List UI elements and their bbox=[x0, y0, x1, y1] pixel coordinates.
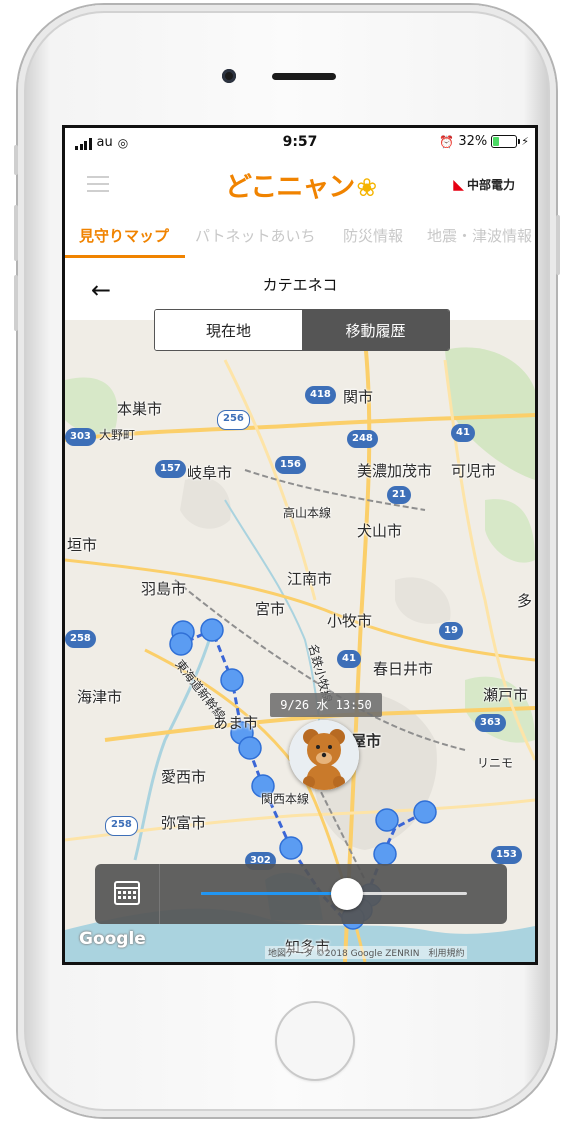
map-label: 垣市 bbox=[67, 536, 98, 554]
map-label: 大野町 bbox=[99, 428, 136, 442]
map-label: 岐阜市 bbox=[187, 464, 233, 482]
map-label: 高山本線 bbox=[283, 506, 332, 520]
route-shield: 41 bbox=[337, 650, 361, 668]
map-label: 海津市 bbox=[77, 688, 123, 706]
map-label: 羽島市 bbox=[141, 580, 187, 598]
map-label: 愛西市 bbox=[161, 768, 207, 786]
route-shield: 418 bbox=[305, 386, 336, 404]
earpiece-speaker bbox=[272, 73, 336, 80]
map-label: 本巣市 bbox=[117, 400, 163, 418]
mute-switch bbox=[14, 145, 18, 175]
history-playback-controls bbox=[95, 864, 507, 924]
page-title: カテエネコ bbox=[262, 276, 338, 294]
brand-logo: ◣ 中部電力 bbox=[453, 176, 515, 193]
volume-down-button bbox=[14, 275, 18, 331]
chubu-logo-icon: ◣ bbox=[453, 176, 464, 193]
view-toggle: 現在地 移動履歴 bbox=[154, 309, 450, 351]
tab-bar: 見守りマップ パトネットあいち 防災情報 地震・津波情報 bbox=[65, 210, 535, 259]
charging-icon: ⚡ bbox=[521, 135, 529, 148]
power-button bbox=[556, 215, 560, 275]
route-shield: 303 bbox=[65, 428, 96, 446]
calendar-icon bbox=[114, 881, 140, 905]
menu-icon[interactable] bbox=[87, 176, 109, 197]
map-copyright[interactable]: 地図データ ©2018 Google ZENRIN 利用規約 bbox=[265, 946, 468, 959]
google-logo: Google bbox=[79, 929, 146, 949]
app-logo-text: どこニャン bbox=[225, 172, 355, 203]
route-shield: 258 bbox=[65, 630, 96, 648]
home-button[interactable] bbox=[275, 1001, 355, 1081]
map-label: 江南市 bbox=[287, 570, 333, 588]
calendar-button[interactable] bbox=[95, 864, 160, 924]
map-label: 関西本線 bbox=[261, 792, 310, 806]
battery-percent: 32% bbox=[458, 134, 488, 149]
route-shield: 156 bbox=[275, 456, 306, 474]
history-time-tooltip: 9/26 水 13:50 bbox=[270, 693, 382, 717]
route-shield: 248 bbox=[347, 430, 378, 448]
route-shield: 21 bbox=[387, 486, 411, 504]
map-label: 春日井市 bbox=[373, 660, 434, 678]
movement-history-tab[interactable]: 移動履歴 bbox=[302, 310, 449, 350]
tab-disaster-info[interactable]: 防災情報 bbox=[343, 225, 403, 246]
paw-icon: ❀ bbox=[356, 173, 377, 202]
time-slider-thumb[interactable] bbox=[331, 878, 363, 910]
route-shield: 19 bbox=[439, 622, 463, 640]
battery-icon bbox=[491, 135, 521, 148]
status-right: ⏰ 32% ⚡ bbox=[439, 134, 529, 149]
route-shield: 41 bbox=[451, 424, 475, 442]
brand-label: 中部電力 bbox=[466, 178, 515, 192]
phone-screen: au ◎ 9:57 ⏰ 32% ⚡ どこニャン❀ ◣ 中部電力 見守りマップ パ… bbox=[65, 128, 535, 962]
app-logo: どこニャン❀ bbox=[225, 165, 377, 204]
route-shield: 153 bbox=[491, 846, 522, 864]
current-location-tab[interactable]: 現在地 bbox=[155, 310, 302, 350]
front-camera bbox=[222, 69, 236, 83]
map-label: 弥富市 bbox=[161, 814, 207, 832]
map-label: 瀬戸市 bbox=[483, 686, 529, 704]
map-label: 関市 bbox=[343, 388, 374, 406]
tab-mimamori-map[interactable]: 見守りマップ bbox=[79, 225, 169, 246]
map-label: 美濃加茂市 bbox=[357, 462, 433, 480]
tab-patonet-aichi[interactable]: パトネットあいち bbox=[195, 225, 315, 246]
battery-level bbox=[493, 137, 500, 146]
map-label: リニモ bbox=[477, 756, 514, 770]
route-shield: 256 bbox=[217, 410, 250, 430]
volume-up-button bbox=[14, 205, 18, 261]
pet-avatar[interactable] bbox=[289, 720, 359, 790]
map-label: 多 bbox=[517, 592, 533, 610]
map-label: 可児市 bbox=[451, 462, 497, 480]
map-label: 宮市 bbox=[255, 600, 286, 618]
status-bar: au ◎ 9:57 ⏰ 32% ⚡ bbox=[65, 128, 535, 158]
alarm-icon: ⏰ bbox=[439, 134, 455, 149]
time-slider-fill bbox=[201, 892, 347, 895]
map-label: あま市 bbox=[213, 714, 259, 732]
app-bar: どこニャン❀ ◣ 中部電力 bbox=[65, 158, 535, 210]
route-shield: 258 bbox=[105, 816, 138, 836]
map-label: 犬山市 bbox=[357, 522, 403, 540]
route-shield: 363 bbox=[475, 714, 506, 732]
teddy-bear-icon bbox=[289, 720, 359, 790]
map-label: 小牧市 bbox=[327, 612, 373, 630]
route-shield: 157 bbox=[155, 460, 186, 478]
tab-earthquake-info[interactable]: 地震・津波情報 bbox=[427, 225, 532, 246]
